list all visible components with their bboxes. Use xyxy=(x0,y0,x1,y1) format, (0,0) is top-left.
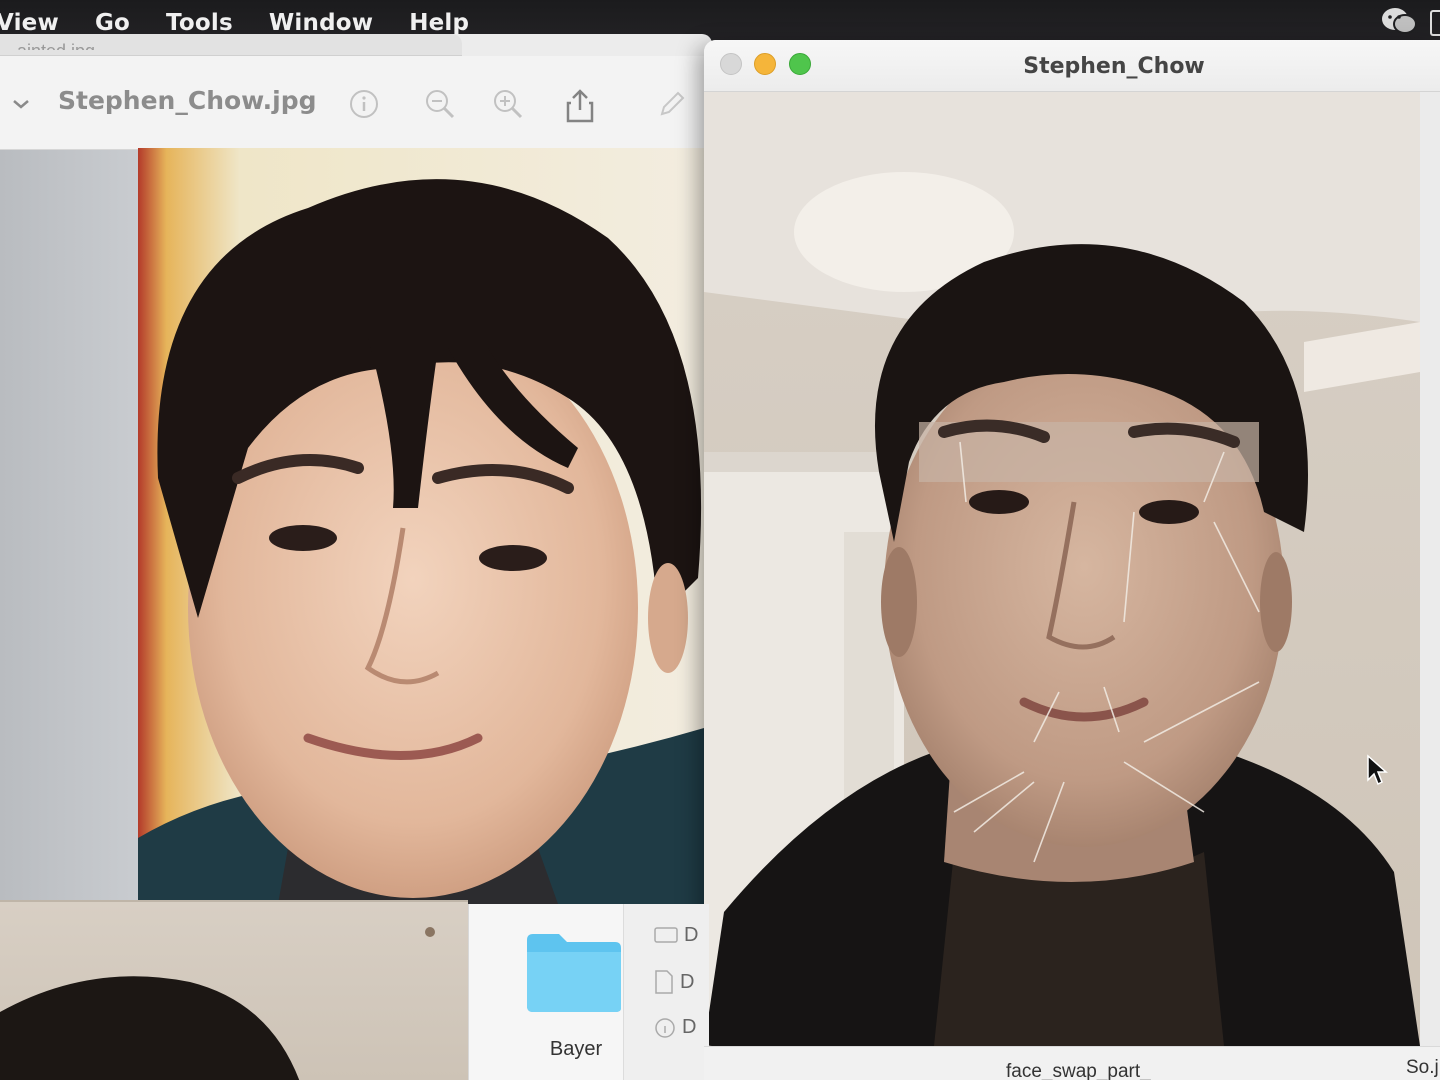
mouse-cursor-icon xyxy=(1366,754,1388,791)
preview-sidebar xyxy=(0,150,140,904)
list-item[interactable]: D xyxy=(654,1016,696,1039)
camera-window: Stephen_Chow xyxy=(704,40,1440,1046)
menu-view[interactable]: View xyxy=(0,10,59,36)
list-item[interactable]: D xyxy=(654,970,694,994)
list-item[interactable]: D xyxy=(654,924,698,947)
folder-icon[interactable] xyxy=(525,930,623,1019)
menu-help[interactable]: Help xyxy=(409,10,469,36)
status-icon-partial[interactable] xyxy=(1430,10,1440,36)
info-icon xyxy=(655,1017,675,1038)
bottom-file-strip: face_swap_part_ So.j xyxy=(704,1046,1440,1080)
zoom-in-icon[interactable] xyxy=(492,88,524,120)
document-title[interactable]: Stephen_Chow.jpg xyxy=(58,86,317,115)
file-label[interactable]: So.j xyxy=(1406,1057,1439,1079)
share-icon[interactable] xyxy=(564,88,596,123)
background-window-title: ...ainted.jpg xyxy=(2,38,95,50)
finder-window: Bayer D D D xyxy=(468,904,709,1080)
camera-window-edge xyxy=(1420,92,1440,1046)
background-photo-window xyxy=(0,900,468,1080)
camera-titlebar[interactable]: Stephen_Chow xyxy=(704,40,1440,92)
list-item-label: D xyxy=(682,1016,697,1038)
list-item-label: D xyxy=(680,970,695,993)
zoom-out-icon[interactable] xyxy=(424,88,456,120)
menu-tools[interactable]: Tools xyxy=(166,10,233,36)
preview-window: ...ainted.jpg Stephen_Chow.jpg xyxy=(0,34,712,904)
background-window-tab[interactable]: ...ainted.jpg xyxy=(0,34,462,56)
menu-go[interactable]: Go xyxy=(95,10,130,36)
list-item-label: D xyxy=(684,924,699,946)
document-icon xyxy=(655,970,673,994)
info-icon[interactable] xyxy=(348,88,380,120)
finder-list-column: D D D xyxy=(623,904,709,1080)
chevron-down-icon[interactable] xyxy=(10,96,32,117)
face-swap-camera-feed xyxy=(704,92,1420,1046)
preview-toolbar: Stephen_Chow.jpg xyxy=(0,56,712,150)
wechat-icon[interactable] xyxy=(1380,6,1418,41)
portrait-image xyxy=(138,148,704,904)
file-label[interactable]: face_swap_part_ xyxy=(1006,1061,1151,1080)
menu-window[interactable]: Window xyxy=(269,10,373,36)
markup-icon[interactable] xyxy=(656,88,688,120)
display-icon xyxy=(654,926,678,943)
camera-window-title: Stephen_Chow xyxy=(1023,54,1205,79)
